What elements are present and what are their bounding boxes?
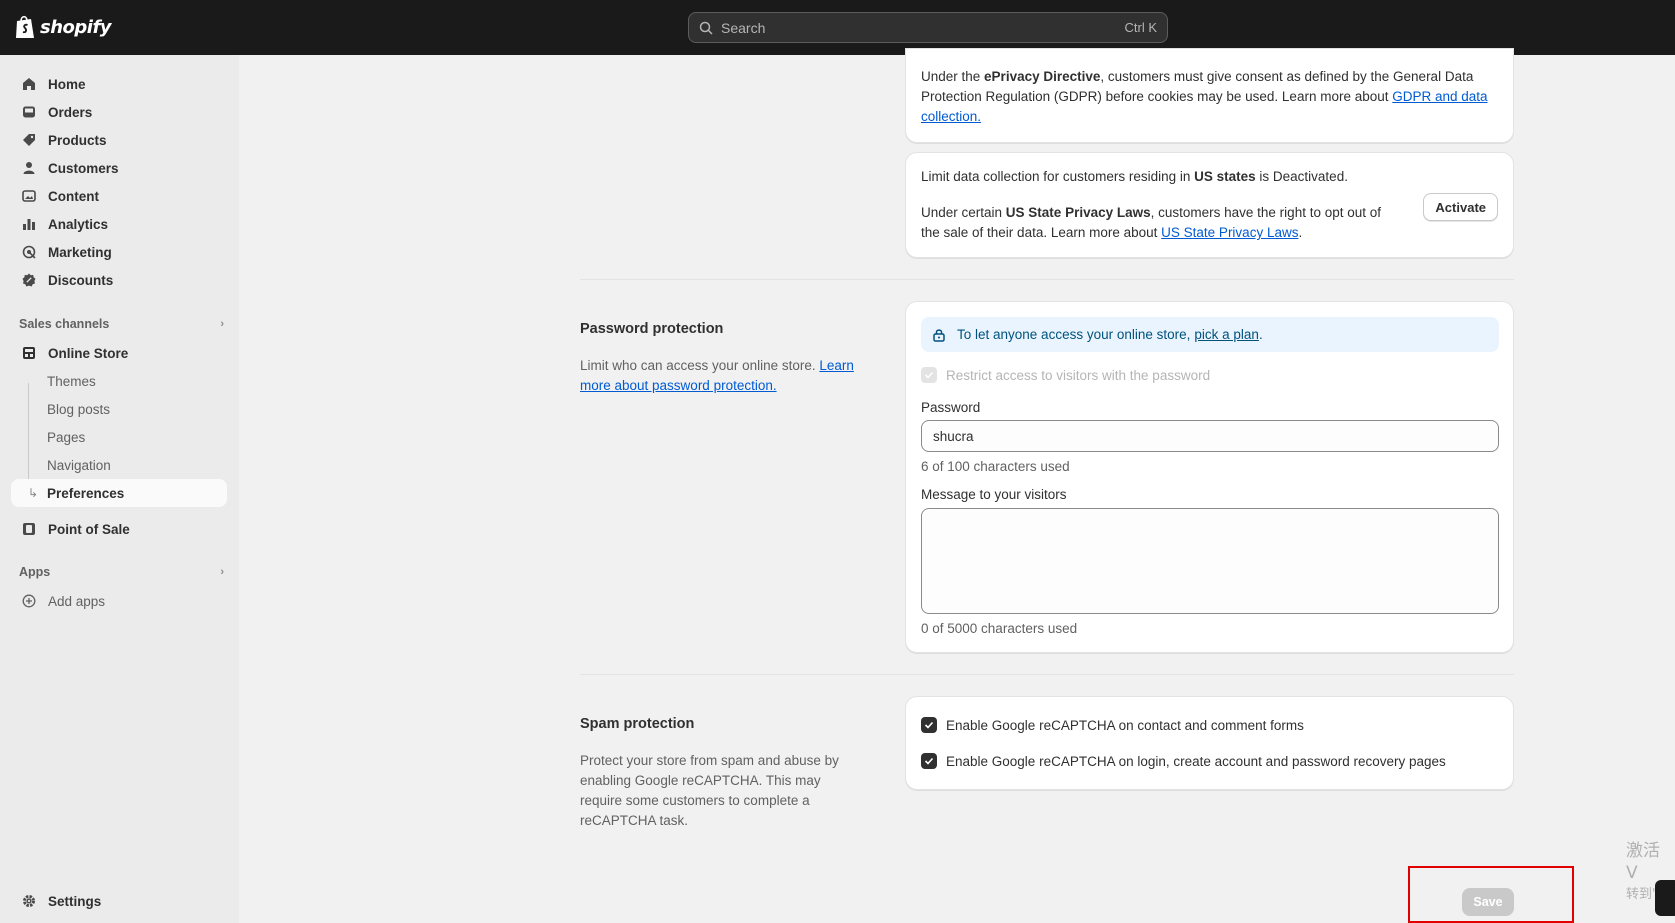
- sidebar-subitem-navigation[interactable]: Navigation: [11, 451, 227, 479]
- search-shortcut: Ctrl K: [1124, 20, 1158, 35]
- highlight-box: [1408, 866, 1574, 923]
- search-input[interactable]: Search Ctrl K: [688, 12, 1168, 43]
- sidebar-item-orders[interactable]: Orders: [11, 98, 227, 126]
- message-char-count: 0 of 5000 characters used: [921, 621, 1078, 636]
- shopify-bag-icon: [16, 15, 34, 38]
- password-card: To let anyone access your online store, …: [905, 301, 1514, 653]
- search-icon: [699, 21, 713, 35]
- sidebar-item-products[interactable]: Products: [11, 126, 227, 154]
- top-bar: shopify Search Ctrl K: [0, 0, 1675, 55]
- sidebar-item-label: Add apps: [48, 593, 106, 609]
- sidebar-item-label: Settings: [48, 893, 102, 909]
- sidebar-item-label: Discounts: [48, 272, 114, 288]
- banner-text: To let anyone access your online store,: [957, 327, 1191, 342]
- sidebar-item-online-store[interactable]: Online Store: [11, 339, 227, 367]
- sidebar-item-label: Analytics: [48, 216, 109, 232]
- sidebar-subitem-blog-posts[interactable]: Blog posts: [11, 395, 227, 423]
- gear-icon: [21, 893, 37, 909]
- recaptcha-login-checkbox[interactable]: Enable Google reCAPTCHA on login, create…: [921, 753, 1446, 769]
- spam-protection-desc: Protect your store from spam and abuse b…: [580, 753, 839, 828]
- us-status-text: Limit data collection for customers resi…: [921, 169, 1348, 184]
- search-placeholder: Search: [721, 19, 766, 36]
- sidebar-item-label: Navigation: [47, 457, 111, 473]
- activate-button[interactable]: Activate: [1423, 193, 1498, 221]
- store-icon: [21, 345, 37, 361]
- sidebar-item-label: Blog posts: [47, 401, 111, 417]
- gdpr-card: Under the ePrivacy Directive, customers …: [905, 48, 1514, 143]
- spam-protection-title: Spam protection: [580, 716, 695, 732]
- checkbox-checked-icon: [921, 717, 937, 733]
- person-icon: [21, 160, 37, 176]
- chevron-right-icon: ›: [220, 566, 224, 578]
- sidebar-subitem-preferences[interactable]: Preferences: [11, 479, 227, 507]
- section-divider: [580, 279, 1514, 280]
- restrict-access-label: Restrict access to visitors with the pas…: [946, 367, 1211, 383]
- sales-channels-header[interactable]: Sales channels ›: [19, 317, 224, 331]
- shopify-logo[interactable]: shopify: [14, 14, 112, 40]
- sidebar-item-label: Content: [48, 188, 99, 204]
- sidebar-item-point-of-sale[interactable]: Point of Sale: [11, 515, 227, 543]
- pick-a-plan-link[interactable]: pick a plan: [1194, 327, 1259, 342]
- sidebar-item-home[interactable]: Home: [11, 70, 227, 98]
- us-law-text: Under certain US State Privacy Laws, cus…: [921, 205, 1382, 240]
- tag-icon: [21, 132, 37, 148]
- home-icon: [21, 76, 37, 92]
- sidebar-item-discounts[interactable]: Discounts: [11, 266, 227, 294]
- checkbox-checked-icon: [921, 753, 937, 769]
- sidebar-item-add-apps[interactable]: Add apps: [11, 587, 227, 615]
- spam-card: Enable Google reCAPTCHA on contact and c…: [905, 696, 1514, 790]
- password-protection-title: Password protection: [580, 321, 724, 337]
- sidebar-item-label: Marketing: [48, 244, 112, 260]
- sales-channels-label: Sales channels: [19, 317, 110, 331]
- plan-banner: To let anyone access your online store, …: [921, 317, 1499, 352]
- chevron-right-icon: ›: [220, 318, 224, 330]
- section-divider: [580, 674, 1514, 675]
- plus-circle-icon: [21, 593, 37, 609]
- apps-label: Apps: [19, 565, 51, 579]
- sidebar-item-customers[interactable]: Customers: [11, 154, 227, 182]
- password-protection-desc: Limit who can access your online store. …: [580, 358, 854, 393]
- tree-arrow-icon: ↳: [28, 486, 39, 500]
- sidebar: Home Orders Products Customers Content A…: [0, 55, 239, 923]
- sidebar-item-label: Products: [48, 132, 107, 148]
- sidebar-item-label: Point of Sale: [48, 521, 130, 537]
- sidebar-item-label: Orders: [48, 104, 93, 120]
- floating-widget[interactable]: [1655, 880, 1675, 916]
- bar-chart-icon: [21, 216, 37, 232]
- password-label: Password: [921, 400, 981, 415]
- sidebar-item-settings[interactable]: Settings: [11, 887, 227, 915]
- restrict-access-checkbox[interactable]: Restrict access to visitors with the pas…: [921, 367, 1210, 383]
- message-textarea[interactable]: [921, 508, 1499, 614]
- sidebar-item-label: Customers: [48, 160, 119, 176]
- inbox-icon: [21, 104, 37, 120]
- checkbox-disabled-icon: [921, 367, 937, 383]
- sidebar-item-label: Home: [48, 76, 86, 92]
- sidebar-item-label: Online Store: [48, 345, 129, 361]
- image-icon: [21, 188, 37, 204]
- discount-icon: [21, 272, 37, 288]
- sidebar-subitem-pages[interactable]: Pages: [11, 423, 227, 451]
- gdpr-text: Under the ePrivacy Directive, customers …: [921, 69, 1488, 124]
- us-privacy-card: Limit data collection for customers resi…: [905, 152, 1514, 258]
- us-law-link[interactable]: US State Privacy Laws: [1161, 225, 1298, 240]
- password-char-count: 6 of 100 characters used: [921, 459, 1070, 474]
- recaptcha-forms-label: Enable Google reCAPTCHA on contact and c…: [946, 717, 1304, 733]
- sidebar-item-label: Pages: [47, 429, 86, 445]
- message-label: Message to your visitors: [921, 487, 1067, 502]
- sidebar-subitem-themes[interactable]: Themes: [11, 367, 227, 395]
- lock-icon: [933, 328, 945, 342]
- recaptcha-forms-checkbox[interactable]: Enable Google reCAPTCHA on contact and c…: [921, 717, 1304, 733]
- sidebar-item-marketing[interactable]: Marketing: [11, 238, 227, 266]
- pos-icon: [21, 521, 37, 537]
- sidebar-item-label: Preferences: [47, 485, 125, 501]
- recaptcha-login-label: Enable Google reCAPTCHA on login, create…: [946, 753, 1446, 769]
- apps-header[interactable]: Apps ›: [19, 565, 224, 579]
- password-input[interactable]: [921, 420, 1499, 452]
- brand-name: shopify: [40, 16, 112, 38]
- target-icon: [21, 244, 37, 260]
- sidebar-item-label: Themes: [47, 373, 96, 389]
- sidebar-item-content[interactable]: Content: [11, 182, 227, 210]
- sidebar-item-analytics[interactable]: Analytics: [11, 210, 227, 238]
